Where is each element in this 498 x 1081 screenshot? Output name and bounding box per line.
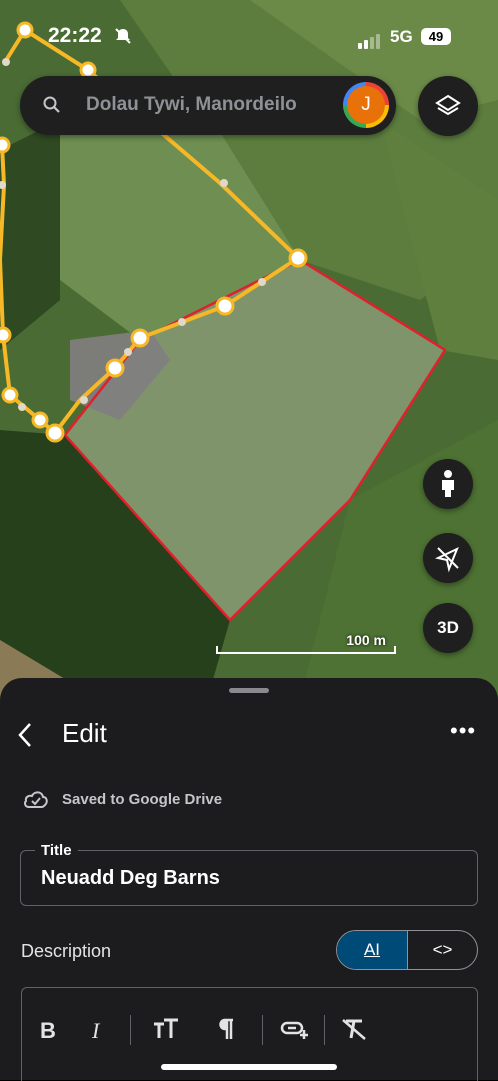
scale-bar	[216, 646, 396, 654]
description-mode-toggle: AI <>	[336, 930, 478, 970]
network-type: 5G	[390, 27, 413, 46]
layers-icon	[435, 94, 461, 116]
description-label: Description	[21, 941, 112, 961]
battery-icon: 49	[421, 28, 451, 45]
toolbar-divider	[130, 1015, 131, 1045]
save-status: Saved to Google Drive	[62, 791, 223, 808]
search-icon[interactable]	[42, 95, 62, 120]
cloud-check-icon	[22, 788, 50, 815]
search-bar[interactable]: Dolau Tywi, Manordeilo	[20, 76, 396, 135]
home-indicator[interactable]	[161, 1064, 337, 1070]
title-label: Title	[35, 842, 78, 859]
sheet-drag-handle[interactable]	[229, 688, 269, 693]
compass-off-icon	[434, 547, 459, 573]
text-size-icon[interactable]	[152, 1018, 180, 1046]
edit-panel: Edit ••• Saved to Google Drive Title Neu…	[0, 678, 498, 1081]
street-view-button[interactable]	[423, 459, 473, 509]
title-field[interactable]: Title Neuadd Deg Barns	[20, 842, 478, 906]
bold-icon[interactable]: B	[40, 1018, 56, 1044]
account-avatar[interactable]: J	[343, 82, 389, 128]
3d-button[interactable]: 3D	[423, 603, 473, 653]
ai-mode-button[interactable]: AI	[337, 931, 408, 969]
code-mode-button[interactable]: <>	[408, 931, 477, 969]
status-bar: 22:22 5G 49	[0, 0, 498, 74]
pegman-icon	[442, 470, 454, 497]
avatar-initial: J	[347, 86, 385, 124]
add-link-icon[interactable]	[280, 1018, 310, 1046]
layers-button[interactable]	[418, 76, 478, 136]
cell-signal-icon	[358, 31, 382, 49]
bell-slash-icon	[114, 27, 132, 50]
toolbar-divider	[262, 1015, 263, 1045]
map-view[interactable]: 22:22 5G 49 Dolau Tywi, Manordeilo J 3D …	[0, 0, 498, 700]
italic-icon[interactable]: I	[92, 1018, 99, 1044]
search-text[interactable]: Dolau Tywi, Manordeilo	[86, 94, 356, 116]
status-time: 22:22	[48, 24, 102, 47]
paragraph-icon[interactable]	[216, 1018, 236, 1046]
panel-title: Edit	[62, 718, 107, 748]
chevron-left-icon[interactable]	[14, 720, 38, 755]
clear-format-icon[interactable]	[340, 1018, 368, 1046]
title-value[interactable]: Neuadd Deg Barns	[41, 867, 220, 890]
toolbar-divider	[324, 1015, 325, 1045]
map-scale: 100 m	[216, 632, 396, 656]
more-horizontal-icon[interactable]: •••	[450, 718, 476, 744]
compass-button[interactable]	[423, 533, 473, 583]
